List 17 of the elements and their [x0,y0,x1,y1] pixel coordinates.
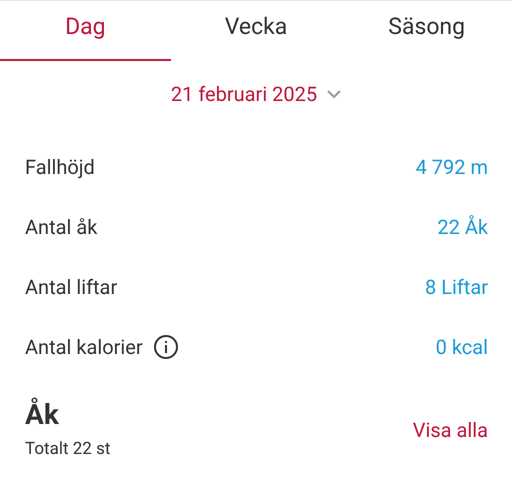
view-all-link[interactable]: Visa alla [412,414,488,445]
stat-value: 8 Liftar [425,274,488,301]
tab[interactable]: Dag [0,1,171,61]
date-picker[interactable]: 21 februari 2025 [170,79,342,109]
info-icon[interactable] [152,334,179,360]
stat-label: Fallhöjd [25,154,95,181]
section-subtitle: Totalt 22 st [25,438,110,461]
stat-value: 4 792 m [416,154,488,181]
section-title: Åk [25,397,60,433]
stat-value: 0 kcal [436,334,488,361]
stat-label: Antal kalorier [25,334,143,361]
stat-label: Antal liftar [25,274,118,301]
stat-label: Antal åk [25,214,98,241]
tab[interactable]: Säsong [341,1,512,61]
chevron-down-icon [327,90,342,98]
stat-value: 22 Åk [437,214,488,241]
tab[interactable]: Vecka [170,1,342,61]
